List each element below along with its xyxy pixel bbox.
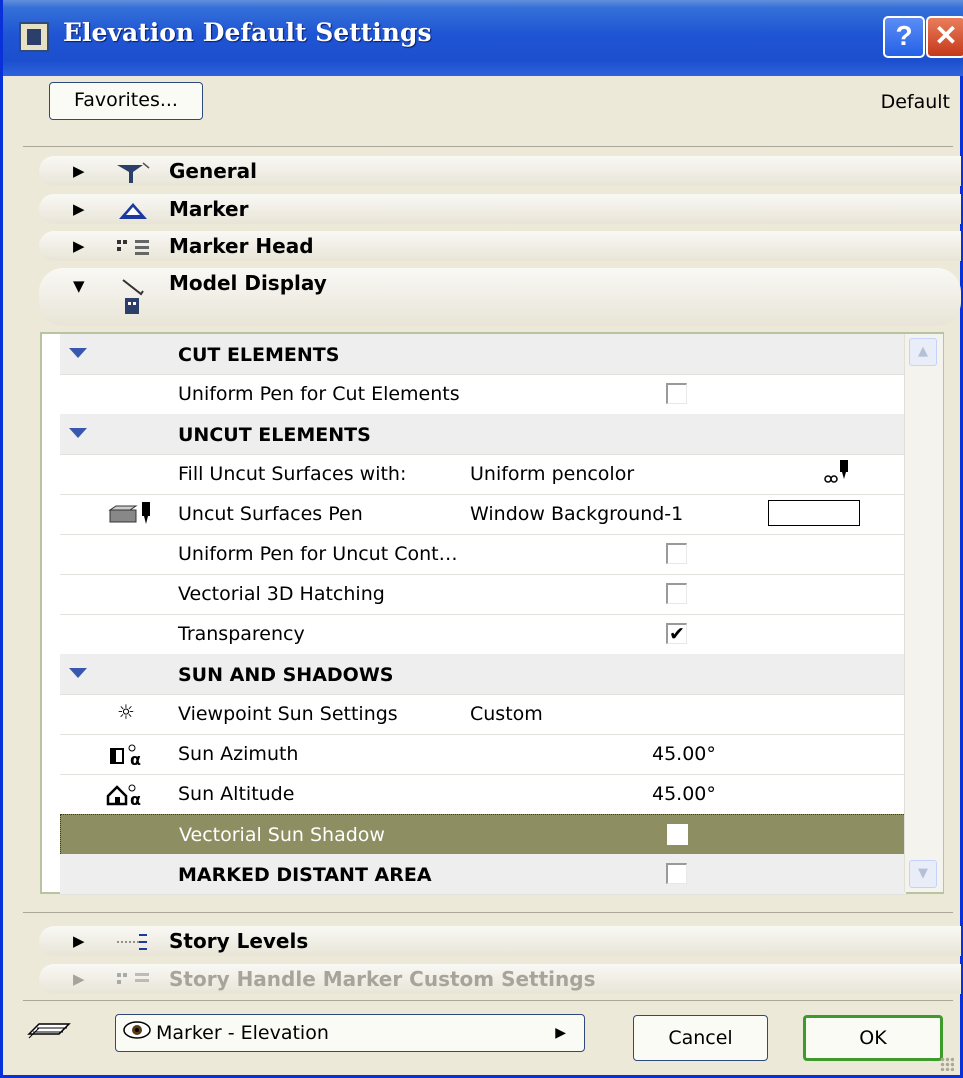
uniform-pen-cut-checkbox[interactable] — [666, 383, 687, 404]
section-title-story-handle: Story Handle Marker Custom Settings — [169, 967, 596, 991]
fill-uncut-value[interactable]: Uniform pencolor — [470, 463, 634, 485]
setting-row-uniform-pen-cut[interactable]: Uniform Pen for Cut Elements — [60, 374, 906, 415]
setting-row-uniform-pen-uncut[interactable]: Uniform Pen for Uncut Cont… — [60, 534, 906, 575]
section-title-general: General — [169, 159, 257, 183]
setting-row-fill-uncut[interactable]: Fill Uncut Surfaces with: Uniform pencol… — [60, 454, 906, 495]
sun-altitude-value[interactable]: 45.00° — [652, 783, 716, 805]
section-marker[interactable]: ▶ Marker — [39, 194, 961, 224]
section-title-marker-head: Marker Head — [169, 234, 314, 258]
expand-arrow-icon: ▶ — [73, 970, 85, 988]
expand-arrow-icon[interactable]: ▶ — [73, 237, 85, 255]
help-button[interactable]: ? — [883, 16, 925, 58]
setting-label: Viewpoint Sun Settings — [178, 703, 398, 725]
setting-row-vectorial-hatching[interactable]: Vectorial 3D Hatching — [60, 574, 906, 615]
sun-azimuth-value[interactable]: 45.00° — [652, 743, 716, 765]
collapse-triangle-icon[interactable] — [69, 668, 87, 678]
setting-label: Fill Uncut Surfaces with: — [178, 463, 407, 485]
group-label: CUT ELEMENTS — [178, 344, 340, 366]
setting-row-transparency[interactable]: Transparency ✔ — [60, 614, 906, 655]
window-title: Elevation Default Settings — [63, 18, 432, 47]
setting-label: Uncut Surfaces Pen — [178, 503, 363, 525]
separator — [23, 1000, 953, 1001]
section-title-story-levels: Story Levels — [169, 929, 309, 953]
group-row-cut-elements[interactable]: CUT ELEMENTS — [60, 334, 906, 375]
group-row-uncut-elements[interactable]: UNCUT ELEMENTS — [60, 414, 906, 455]
default-label: Default — [880, 91, 950, 113]
setting-label: Vectorial 3D Hatching — [178, 583, 385, 605]
viewpoint-sun-value[interactable]: Custom — [470, 703, 543, 725]
setting-label: Sun Altitude — [178, 783, 295, 805]
expand-arrow-icon[interactable]: ▶ — [73, 162, 85, 180]
setting-label: Sun Azimuth — [178, 743, 299, 765]
section-story-handle: ▶ Story Handle Marker Custom Settings — [39, 964, 961, 994]
setting-row-sun-altitude[interactable]: α Sun Altitude 45.00° — [60, 774, 906, 815]
vectorial-hatching-checkbox[interactable] — [666, 583, 687, 604]
vertical-scrollbar[interactable]: ▲ ▼ — [904, 334, 943, 892]
marker-head-icon — [113, 234, 151, 260]
transparency-checkbox[interactable]: ✔ — [666, 623, 687, 644]
collapse-triangle-icon[interactable] — [69, 348, 87, 358]
setting-row-sun-azimuth[interactable]: α Sun Azimuth 45.00° — [60, 734, 906, 775]
section-title-marker: Marker — [169, 197, 249, 221]
dialog-window: Elevation Default Settings ? ✕ Favorites… — [0, 0, 963, 1078]
scroll-down-icon[interactable]: ▼ — [909, 860, 937, 888]
ok-button[interactable]: OK — [803, 1015, 943, 1061]
sun-azimuth-icon: α — [96, 740, 156, 769]
general-section-icon — [113, 159, 151, 185]
group-label: SUN AND SHADOWS — [178, 664, 394, 686]
layers-icon — [25, 1014, 73, 1044]
group-label: UNCUT ELEMENTS — [178, 424, 371, 446]
story-handle-icon — [113, 967, 151, 993]
favorites-button[interactable]: Favorites... — [49, 82, 203, 120]
collapse-arrow-icon[interactable]: ▼ — [73, 277, 85, 295]
section-title-model-display: Model Display — [169, 271, 327, 295]
svg-text:α: α — [130, 750, 141, 768]
section-model-display[interactable]: ▼ Model Display — [39, 268, 961, 326]
layer-dropdown-value: Marker - Elevation — [156, 1022, 329, 1044]
dropdown-arrow-icon: ▶ — [555, 1025, 566, 1041]
app-icon — [19, 22, 49, 52]
setting-row-uncut-pen[interactable]: Uncut Surfaces Pen Window Background-1 — [60, 494, 906, 535]
layer-dropdown[interactable]: Marker - Elevation ▶ — [115, 1014, 585, 1052]
group-row-marked-distant[interactable]: MARKED DISTANT AREA — [60, 854, 906, 895]
vectorial-sun-shadow-checkbox[interactable] — [667, 824, 688, 845]
marked-distant-checkbox[interactable] — [666, 863, 687, 884]
group-label: MARKED DISTANT AREA — [178, 864, 432, 886]
collapse-triangle-icon[interactable] — [69, 428, 87, 438]
section-story-levels[interactable]: ▶ Story Levels — [39, 926, 961, 956]
uncut-pen-value: Window Background-1 — [470, 503, 684, 525]
separator — [23, 146, 953, 147]
setting-label: Uniform Pen for Uncut Cont… — [178, 543, 458, 565]
expand-arrow-icon[interactable]: ▶ — [73, 932, 85, 950]
sun-altitude-icon: α — [96, 780, 156, 809]
setting-label: Vectorial Sun Shadow — [179, 824, 385, 846]
resize-grip-icon[interactable] — [940, 1057, 954, 1071]
pen-color-swatch[interactable] — [768, 500, 860, 526]
title-bar[interactable]: Elevation Default Settings ? ✕ — [3, 0, 963, 76]
close-button[interactable]: ✕ — [926, 16, 963, 58]
sun-icon: ☼ — [117, 700, 135, 724]
svg-text:α: α — [130, 790, 141, 808]
setting-row-vectorial-sun-shadow[interactable]: Vectorial Sun Shadow — [60, 814, 908, 856]
expand-arrow-icon[interactable]: ▶ — [73, 200, 85, 218]
settings-panel: CUT ELEMENTS Uniform Pen for Cut Element… — [40, 332, 944, 895]
setting-label: Uniform Pen for Cut Elements — [178, 383, 460, 405]
group-row-sun-shadows[interactable]: SUN AND SHADOWS — [60, 654, 906, 695]
story-levels-icon — [113, 929, 151, 955]
section-general[interactable]: ▶ General — [39, 156, 961, 186]
eye-icon — [122, 1019, 152, 1047]
surface-pen-icon — [96, 500, 156, 528]
marker-triangle-icon — [113, 197, 151, 223]
cancel-button[interactable]: Cancel — [633, 1015, 768, 1061]
model-display-icon — [113, 274, 151, 318]
scroll-up-icon[interactable]: ▲ — [909, 338, 937, 366]
setting-label: Transparency — [178, 623, 305, 645]
section-marker-head[interactable]: ▶ Marker Head — [39, 231, 961, 261]
pen-picker-icon[interactable] — [822, 457, 850, 490]
separator — [23, 912, 953, 913]
setting-row-viewpoint-sun[interactable]: ☼ Viewpoint Sun Settings Custom — [60, 694, 906, 735]
uniform-pen-uncut-checkbox[interactable] — [666, 543, 687, 564]
